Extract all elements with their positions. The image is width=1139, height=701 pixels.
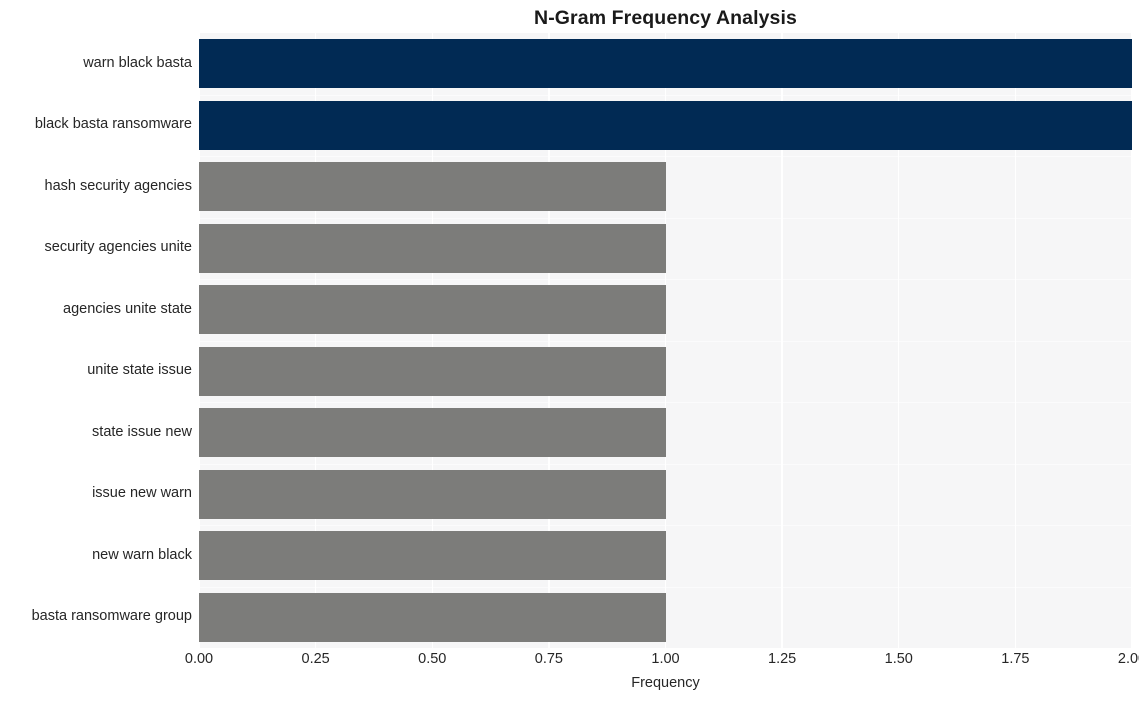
chart-figure: N-Gram Frequency Analysis warn black bas… — [0, 0, 1139, 701]
y-tick-label: basta ransomware group — [31, 608, 192, 625]
y-tick-label: issue new warn — [92, 485, 192, 502]
bar[interactable] — [199, 162, 666, 212]
bar[interactable] — [199, 285, 666, 335]
y-tick-label: warn black basta — [83, 54, 192, 71]
x-tick-label: 1.25 — [768, 651, 797, 667]
x-tick-label: 1.00 — [651, 651, 680, 667]
y-tick-label: state issue new — [92, 423, 192, 440]
y-tick-label: unite state issue — [87, 362, 192, 379]
bar[interactable] — [199, 592, 666, 642]
y-tick-label: new warn black — [92, 546, 192, 563]
x-tick-label: 1.50 — [884, 651, 913, 667]
x-axis-tick-labels: 0.00 0.25 0.50 0.75 1.00 1.25 1.50 1.75 2.00 — [185, 650, 1139, 672]
chart-title: N-Gram Frequency Analysis — [534, 7, 797, 29]
plot-area — [199, 33, 1132, 648]
bar[interactable] — [199, 469, 666, 519]
x-tick-label: 0.75 — [534, 651, 563, 667]
bar[interactable] — [199, 408, 666, 458]
x-tick-label: 2.00 — [1117, 651, 1139, 667]
bar[interactable] — [199, 531, 666, 581]
bar[interactable] — [199, 39, 1132, 89]
y-tick-label: security agencies unite — [44, 239, 193, 256]
x-tick-label: 0.25 — [301, 651, 330, 667]
x-tick-label: 0.00 — [184, 651, 214, 667]
y-tick-label: hash security agencies — [44, 177, 193, 194]
y-axis-tick-labels: warn black basta black basta ransomware ha… — [0, 33, 192, 648]
bar[interactable] — [199, 346, 666, 396]
x-tick-label: 0.50 — [418, 651, 447, 667]
y-tick-label: black basta ransomware — [34, 116, 192, 133]
bar[interactable] — [199, 223, 666, 273]
y-tick-label: agencies unite state — [63, 300, 192, 317]
x-axis-title: Frequency — [631, 675, 700, 691]
x-tick-label: 1.75 — [1001, 651, 1030, 667]
bar[interactable] — [199, 100, 1132, 150]
